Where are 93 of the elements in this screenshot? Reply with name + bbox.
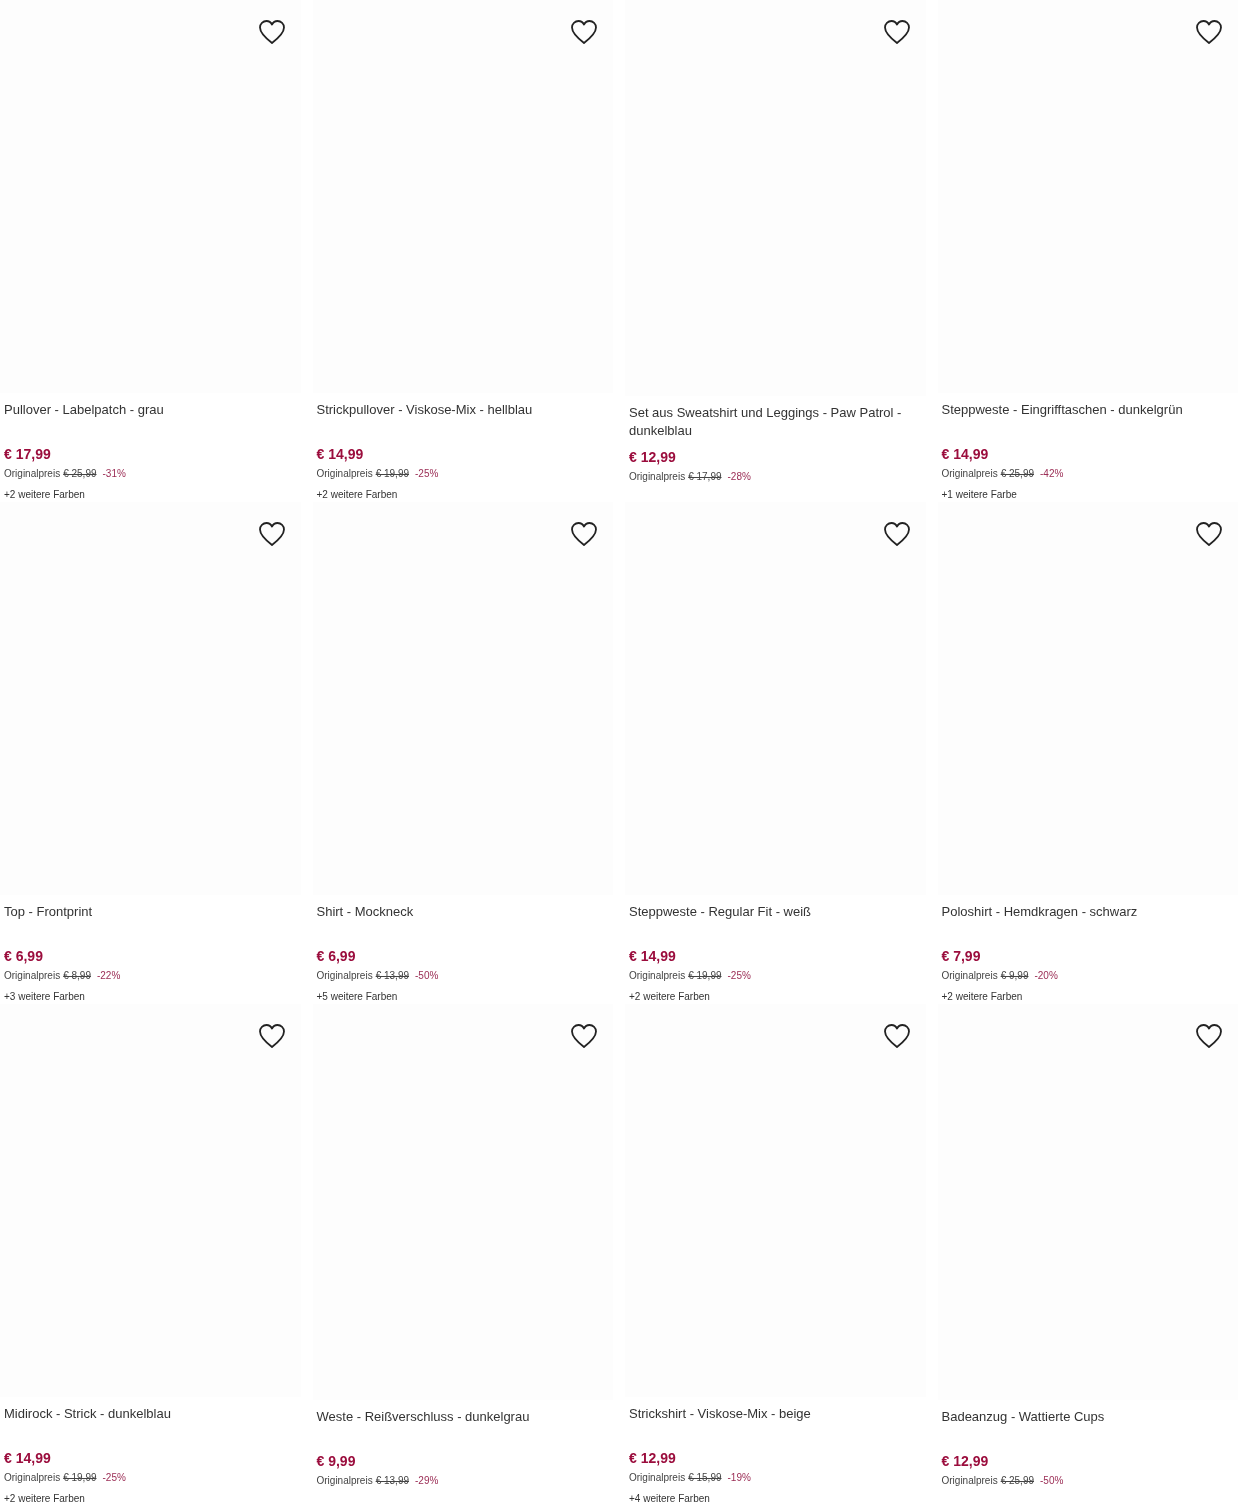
more-colors-link[interactable]: +2 weitere Farben — [4, 1492, 85, 1505]
original-price-label: Originalpreis — [941, 1474, 998, 1487]
original-price: € 25,99 — [1000, 467, 1034, 480]
wishlist-button[interactable] — [881, 1022, 912, 1050]
product-title[interactable]: Midirock - Strick - dunkelblau — [4, 1405, 301, 1424]
heart-icon — [882, 19, 911, 45]
heart-icon — [257, 1023, 286, 1049]
original-price-label: Originalpreis — [941, 467, 998, 480]
discount: -25% — [727, 969, 751, 982]
more-colors-link[interactable]: +3 weitere Farben — [4, 990, 85, 1003]
original-price: € 19,99 — [375, 467, 409, 480]
sale-price: € 7,99 — [941, 947, 981, 965]
product-title[interactable]: Shirt - Mockneck — [316, 903, 613, 922]
more-colors-link[interactable]: +2 weitere Farben — [629, 990, 710, 1003]
wishlist-button[interactable] — [1194, 520, 1224, 548]
wishlist-button[interactable] — [1194, 18, 1224, 46]
original-price: € 19,99 — [688, 969, 722, 982]
original-price: € 19,99 — [63, 1471, 97, 1484]
more-colors-link[interactable]: +2 weitere Farben — [4, 488, 85, 501]
discount: -50% — [1040, 1474, 1064, 1487]
discount: -29% — [415, 1474, 439, 1487]
sale-price: € 12,99 — [629, 448, 676, 466]
wishlist-button[interactable] — [256, 1022, 287, 1050]
product-title[interactable]: Set aus Sweatshirt und Leggings - Paw Patrol - dunkelblau — [629, 404, 926, 440]
discount: -22% — [96, 969, 121, 982]
product-title[interactable]: Steppweste - Regular Fit - weiß — [629, 903, 926, 922]
wishlist-button[interactable] — [569, 1022, 599, 1050]
heart-icon — [1195, 19, 1223, 45]
wishlist-button[interactable] — [881, 18, 912, 46]
discount: -25% — [102, 1471, 126, 1484]
discount: -20% — [1034, 969, 1058, 982]
wishlist-button[interactable] — [881, 520, 912, 548]
heart-icon — [882, 521, 911, 547]
discount: -28% — [727, 470, 751, 483]
heart-icon — [882, 1023, 911, 1049]
heart-icon — [570, 19, 598, 45]
original-price: € 25,99 — [63, 467, 97, 480]
sale-price: € 12,99 — [941, 1452, 989, 1470]
sale-price: € 9,99 — [316, 1452, 356, 1470]
discount: -19% — [727, 1471, 751, 1484]
heart-icon — [1195, 1023, 1223, 1049]
original-price-label: Originalpreis — [316, 467, 373, 480]
sale-price: € 14,99 — [4, 1449, 51, 1467]
wishlist-button[interactable] — [569, 520, 599, 548]
sale-price: € 14,99 — [316, 445, 364, 463]
product-title[interactable]: Weste - Reißverschluss - dunkelgrau — [316, 1408, 613, 1426]
wishlist-button[interactable] — [256, 18, 287, 46]
heart-icon — [1195, 521, 1223, 547]
original-price-label: Originalpreis — [4, 1471, 61, 1484]
wishlist-button[interactable] — [1194, 1022, 1224, 1050]
more-colors-link[interactable]: +5 weitere Farben — [316, 990, 398, 1003]
discount: -42% — [1040, 467, 1064, 480]
discount: -50% — [415, 969, 439, 982]
sale-price: € 6,99 — [4, 947, 43, 965]
discount: -25% — [415, 467, 439, 480]
product-title[interactable]: Strickpullover - Viskose-Mix - hellblau — [316, 401, 613, 420]
sale-price: € 17,99 — [4, 445, 51, 463]
original-price-label: Originalpreis — [941, 969, 998, 982]
original-price-label: Originalpreis — [629, 969, 686, 982]
discount: -31% — [102, 467, 126, 480]
original-price-label: Originalpreis — [316, 969, 373, 982]
heart-icon — [570, 1023, 598, 1049]
heart-icon — [257, 521, 286, 547]
wishlist-button[interactable] — [569, 18, 599, 46]
product-title[interactable]: Top - Frontprint — [4, 903, 301, 922]
product-title[interactable]: Strickshirt - Viskose-Mix - beige — [629, 1405, 926, 1424]
sale-price: € 14,99 — [941, 445, 989, 463]
more-colors-link[interactable]: +4 weitere Farben — [629, 1492, 710, 1505]
sale-price: € 12,99 — [629, 1449, 676, 1467]
original-price: € 13,99 — [375, 1474, 409, 1487]
original-price: € 13,99 — [375, 969, 409, 982]
original-price-label: Originalpreis — [629, 470, 686, 483]
product-title[interactable]: Steppweste - Eingrifftaschen - dunkelgrün — [941, 401, 1238, 420]
heart-icon — [570, 521, 598, 547]
product-title[interactable]: Pullover - Labelpatch - grau — [4, 401, 301, 420]
original-price: € 25,99 — [1000, 1474, 1034, 1487]
product-title[interactable]: Poloshirt - Hemdkragen - schwarz — [941, 903, 1238, 922]
original-price-label: Originalpreis — [4, 969, 61, 982]
original-price: € 15,99 — [688, 1471, 722, 1484]
original-price-label: Originalpreis — [316, 1474, 373, 1487]
original-price-label: Originalpreis — [629, 1471, 686, 1484]
sale-price: € 14,99 — [629, 947, 676, 965]
original-price: € 8,99 — [63, 969, 91, 982]
more-colors-link[interactable]: +2 weitere Farben — [316, 488, 398, 501]
more-colors-link[interactable]: +1 weitere Farbe — [941, 488, 1017, 501]
original-price: € 17,99 — [688, 470, 722, 483]
heart-icon — [257, 19, 286, 45]
original-price-label: Originalpreis — [4, 467, 61, 480]
original-price: € 9,99 — [1000, 969, 1029, 982]
sale-price: € 6,99 — [316, 947, 356, 965]
product-title[interactable]: Badeanzug - Wattierte Cups — [941, 1408, 1238, 1426]
wishlist-button[interactable] — [256, 520, 287, 548]
more-colors-link[interactable]: +2 weitere Farben — [941, 990, 1023, 1003]
